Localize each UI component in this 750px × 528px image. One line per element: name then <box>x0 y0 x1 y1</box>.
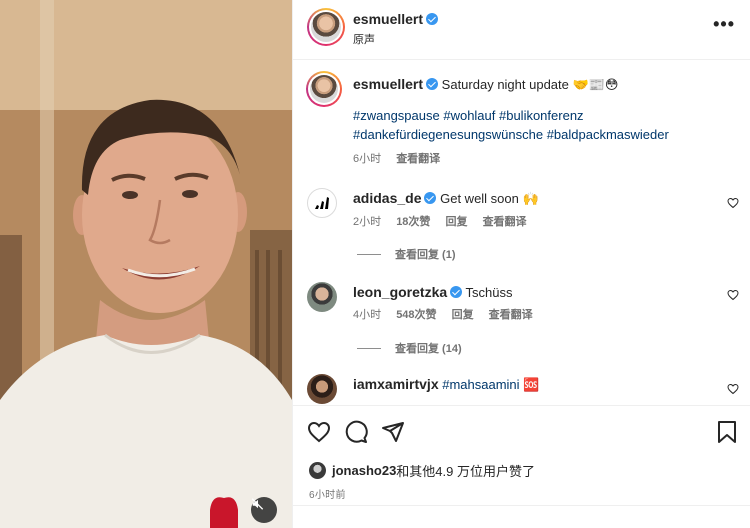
verified-badge-icon <box>426 78 439 90</box>
comment-author[interactable]: leon_goretzka <box>353 284 447 300</box>
verified-badge-icon <box>426 13 439 25</box>
caption: esmuellert Saturday night update 🤝📰😳 #zw… <box>353 75 733 166</box>
caption-avatar[interactable] <box>306 71 342 107</box>
comment-text: Get well soon 🙌 <box>440 191 539 206</box>
caption-hashtags-line2[interactable]: #dankefürdiegenesungswünsche #baldpackma… <box>353 125 733 144</box>
comment-time: 4小时 <box>353 309 382 321</box>
caption-author[interactable]: esmuellert <box>353 76 423 92</box>
iamxamir-avatar[interactable] <box>307 374 337 404</box>
comment-time: 2小时 <box>353 216 382 228</box>
like-comment-heart-icon[interactable] <box>727 197 739 209</box>
comment-author[interactable]: adidas_de <box>353 190 421 206</box>
post-side-panel: esmuellert 原声 ••• esmuellert Saturday ni… <box>292 0 750 528</box>
avatar-photo <box>310 75 338 103</box>
leon-avatar[interactable] <box>307 282 337 312</box>
view-replies-button[interactable]: 查看回复 (1) <box>357 246 456 262</box>
translate-button[interactable]: 查看翻译 <box>483 216 527 228</box>
likes-count-text[interactable]: 和其他4.9 万位用户赞了 <box>396 461 535 480</box>
author-username[interactable]: esmuellert <box>353 11 423 27</box>
comment-text: Tschüss <box>465 285 513 300</box>
share-paper-plane-icon[interactable] <box>381 420 405 444</box>
translate-button[interactable]: 查看翻译 <box>489 309 533 321</box>
adidas-avatar[interactable] <box>307 188 337 218</box>
post-actions: jonasho23 和其他4.9 万位用户赞了 6小时前 <box>293 405 750 505</box>
author-avatar[interactable] <box>307 8 345 46</box>
reply-button[interactable]: 回复 <box>446 216 468 228</box>
comment-text[interactable]: #mahsaamini 🆘 <box>442 377 539 392</box>
more-options-icon[interactable]: ••• <box>713 14 735 35</box>
like-comment-heart-icon[interactable] <box>727 383 739 395</box>
comment-author[interactable]: iamxamirtvjx <box>353 376 439 392</box>
view-replies-label: 查看回复 (14) <box>395 343 462 355</box>
likes-summary: jonasho23 和其他4.9 万位用户赞了 <box>309 461 535 480</box>
save-bookmark-icon[interactable] <box>716 420 738 444</box>
comment-bubble-icon[interactable] <box>344 420 368 444</box>
verified-badge-icon <box>450 286 463 298</box>
audio-label[interactable]: 原声 <box>353 31 375 47</box>
verified-badge-icon <box>424 192 437 204</box>
video-player[interactable] <box>0 0 292 528</box>
avatar-photo <box>311 12 341 42</box>
post-time: 6小时前 <box>309 490 346 501</box>
replies-divider <box>357 253 381 255</box>
comment-likes[interactable]: 548次赞 <box>396 309 436 321</box>
adidas-logo-icon <box>315 197 329 209</box>
comment-likes[interactable]: 18次赞 <box>396 216 430 228</box>
caption-translate-button[interactable]: 查看翻译 <box>396 153 440 165</box>
speaker-muted-icon <box>251 498 264 510</box>
caption-text: Saturday night update 🤝📰😳 <box>441 77 619 92</box>
liker-avatar[interactable] <box>309 462 326 479</box>
video-frame <box>0 0 292 528</box>
reply-button[interactable]: 回复 <box>452 309 474 321</box>
caption-hashtags-line1[interactable]: #zwangspause #wohlauf #bulikonferenz <box>353 106 733 125</box>
like-heart-icon[interactable] <box>307 420 331 444</box>
post-header: esmuellert 原声 ••• <box>293 0 750 60</box>
like-comment-heart-icon[interactable] <box>727 289 739 301</box>
liker-username[interactable]: jonasho23 <box>332 463 396 478</box>
mute-button[interactable] <box>251 497 277 523</box>
view-replies-button[interactable]: 查看回复 (14) <box>357 340 462 356</box>
replies-divider <box>357 347 381 349</box>
caption-time: 6小时 <box>353 153 382 165</box>
add-comment-area[interactable] <box>293 505 750 528</box>
comments-scroll-area[interactable]: esmuellert Saturday night update 🤝📰😳 #zw… <box>293 61 750 405</box>
view-replies-label: 查看回复 (1) <box>395 249 456 261</box>
